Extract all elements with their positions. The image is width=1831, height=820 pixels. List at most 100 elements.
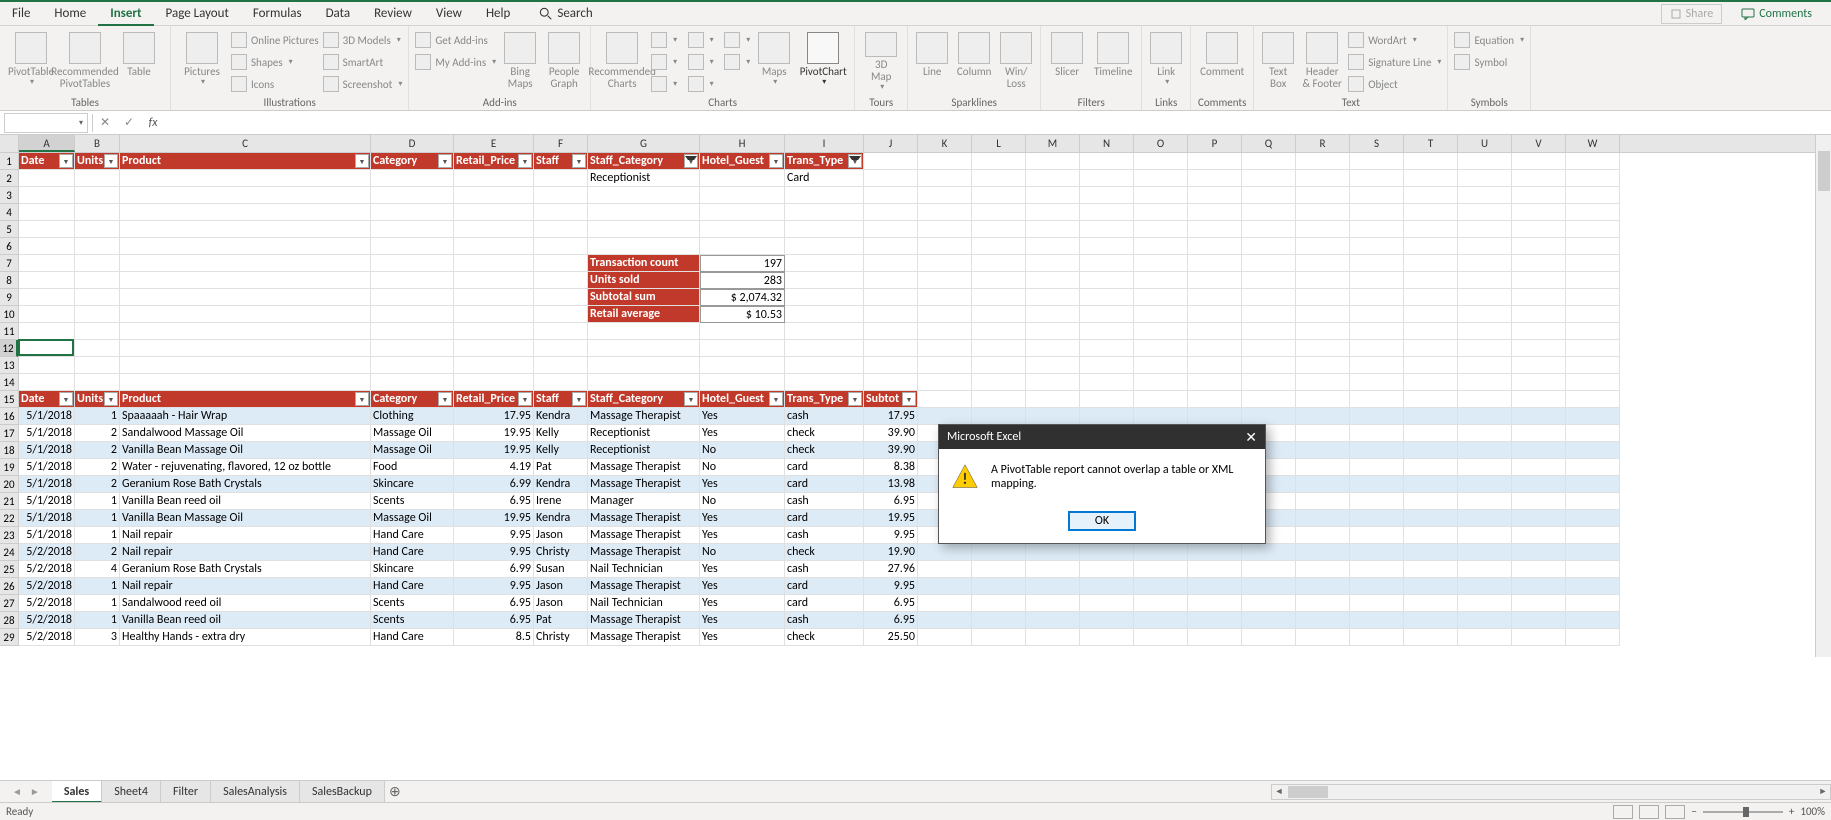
cell[interactable] bbox=[1134, 340, 1188, 357]
cell[interactable] bbox=[1566, 255, 1620, 272]
cell[interactable] bbox=[120, 289, 371, 306]
cell[interactable]: 5/2/2018 bbox=[19, 612, 75, 629]
cell[interactable] bbox=[1512, 595, 1566, 612]
cell[interactable]: 9.95 bbox=[454, 527, 534, 544]
cell[interactable] bbox=[700, 170, 785, 187]
cell[interactable] bbox=[588, 340, 700, 357]
filter-dropdown-icon[interactable]: ▼ bbox=[572, 154, 586, 168]
cell[interactable]: Massage Therapist bbox=[588, 629, 700, 646]
cell[interactable] bbox=[1350, 289, 1404, 306]
cell[interactable]: Massage Oil bbox=[371, 425, 454, 442]
cell[interactable] bbox=[972, 187, 1026, 204]
cell[interactable] bbox=[972, 561, 1026, 578]
cell[interactable] bbox=[454, 204, 534, 221]
equation-button[interactable]: Equation▾ bbox=[1454, 30, 1524, 50]
row-header-13[interactable]: 13 bbox=[0, 357, 18, 374]
cell[interactable]: 4 bbox=[75, 561, 120, 578]
cell[interactable] bbox=[1350, 153, 1404, 170]
maps-button[interactable]: Maps▾ bbox=[752, 28, 796, 94]
cell[interactable] bbox=[534, 289, 588, 306]
cell[interactable]: Trans_Type▼ bbox=[785, 391, 864, 408]
cell[interactable]: Jason bbox=[534, 595, 588, 612]
cell[interactable]: Date▼ bbox=[19, 391, 75, 408]
cell[interactable] bbox=[1458, 289, 1512, 306]
cell[interactable] bbox=[1350, 629, 1404, 646]
cell[interactable] bbox=[864, 221, 918, 238]
cell[interactable] bbox=[1296, 204, 1350, 221]
cell[interactable] bbox=[785, 204, 864, 221]
cell[interactable] bbox=[1404, 578, 1458, 595]
filter-dropdown-icon[interactable]: ▼ bbox=[438, 154, 452, 168]
cell[interactable] bbox=[700, 221, 785, 238]
cell[interactable] bbox=[454, 187, 534, 204]
cell[interactable]: Receptionist bbox=[588, 170, 700, 187]
cell[interactable] bbox=[700, 238, 785, 255]
cell[interactable] bbox=[1296, 357, 1350, 374]
cell[interactable]: Jason bbox=[534, 578, 588, 595]
cell[interactable] bbox=[1458, 578, 1512, 595]
people-graph-button[interactable]: People Graph bbox=[542, 28, 586, 94]
cell[interactable]: 5/1/2018 bbox=[19, 527, 75, 544]
cell[interactable] bbox=[1350, 357, 1404, 374]
cell[interactable]: Scents bbox=[371, 612, 454, 629]
cell[interactable] bbox=[918, 170, 972, 187]
cell[interactable]: 19.90 bbox=[864, 544, 918, 561]
cell[interactable]: Yes bbox=[700, 578, 785, 595]
cell[interactable] bbox=[864, 340, 918, 357]
cell[interactable] bbox=[1404, 204, 1458, 221]
cell[interactable]: Retail average bbox=[588, 306, 700, 323]
cell[interactable]: 5/1/2018 bbox=[19, 510, 75, 527]
cell[interactable] bbox=[454, 289, 534, 306]
chart-type-2[interactable]: ▾ ▾ ▾ bbox=[651, 52, 750, 72]
cell[interactable] bbox=[534, 323, 588, 340]
cell[interactable] bbox=[1512, 510, 1566, 527]
cell[interactable] bbox=[371, 323, 454, 340]
cell[interactable] bbox=[1458, 493, 1512, 510]
cell[interactable] bbox=[1512, 221, 1566, 238]
cell[interactable] bbox=[1512, 578, 1566, 595]
cell[interactable] bbox=[1350, 238, 1404, 255]
cell[interactable] bbox=[1296, 391, 1350, 408]
cell[interactable] bbox=[1026, 595, 1080, 612]
cell[interactable]: Massage Therapist bbox=[588, 476, 700, 493]
cell[interactable]: $ 10.53 bbox=[700, 306, 785, 323]
cell[interactable] bbox=[918, 221, 972, 238]
cell[interactable]: Card bbox=[785, 170, 864, 187]
cell[interactable]: Units▼ bbox=[75, 153, 120, 170]
cell[interactable] bbox=[1188, 289, 1242, 306]
cell[interactable] bbox=[1404, 357, 1458, 374]
slicer-button[interactable]: Slicer bbox=[1045, 28, 1089, 94]
cell[interactable]: 2 bbox=[75, 459, 120, 476]
column-header-S[interactable]: S bbox=[1350, 135, 1404, 152]
cell[interactable]: cash bbox=[785, 408, 864, 425]
cell[interactable] bbox=[1296, 153, 1350, 170]
cell[interactable] bbox=[1566, 306, 1620, 323]
cell[interactable] bbox=[1458, 340, 1512, 357]
cell[interactable]: Skincare bbox=[371, 561, 454, 578]
cell[interactable] bbox=[1458, 306, 1512, 323]
cell[interactable] bbox=[1026, 204, 1080, 221]
cell[interactable] bbox=[120, 221, 371, 238]
cell[interactable] bbox=[972, 595, 1026, 612]
row-header-29[interactable]: 29 bbox=[0, 629, 18, 646]
3d-map-button[interactable]: 3D Map▾ bbox=[859, 28, 903, 94]
cell[interactable] bbox=[534, 340, 588, 357]
filter-dropdown-icon[interactable]: ▼ bbox=[684, 392, 698, 406]
cell[interactable] bbox=[1458, 408, 1512, 425]
cell[interactable] bbox=[588, 187, 700, 204]
cell[interactable] bbox=[75, 289, 120, 306]
cell[interactable] bbox=[1188, 255, 1242, 272]
name-box-dropdown-icon[interactable]: ▾ bbox=[79, 118, 83, 128]
cell[interactable] bbox=[1512, 204, 1566, 221]
column-header-W[interactable]: W bbox=[1566, 135, 1620, 152]
cell[interactable] bbox=[864, 153, 918, 170]
cell[interactable] bbox=[1566, 238, 1620, 255]
cell[interactable] bbox=[371, 374, 454, 391]
cell[interactable] bbox=[785, 238, 864, 255]
cell[interactable] bbox=[1134, 187, 1188, 204]
cell[interactable] bbox=[1080, 306, 1134, 323]
cell[interactable] bbox=[1080, 408, 1134, 425]
tab-page-layout[interactable]: Page Layout bbox=[154, 2, 241, 26]
cell[interactable] bbox=[1296, 255, 1350, 272]
row-header-26[interactable]: 26 bbox=[0, 578, 18, 595]
